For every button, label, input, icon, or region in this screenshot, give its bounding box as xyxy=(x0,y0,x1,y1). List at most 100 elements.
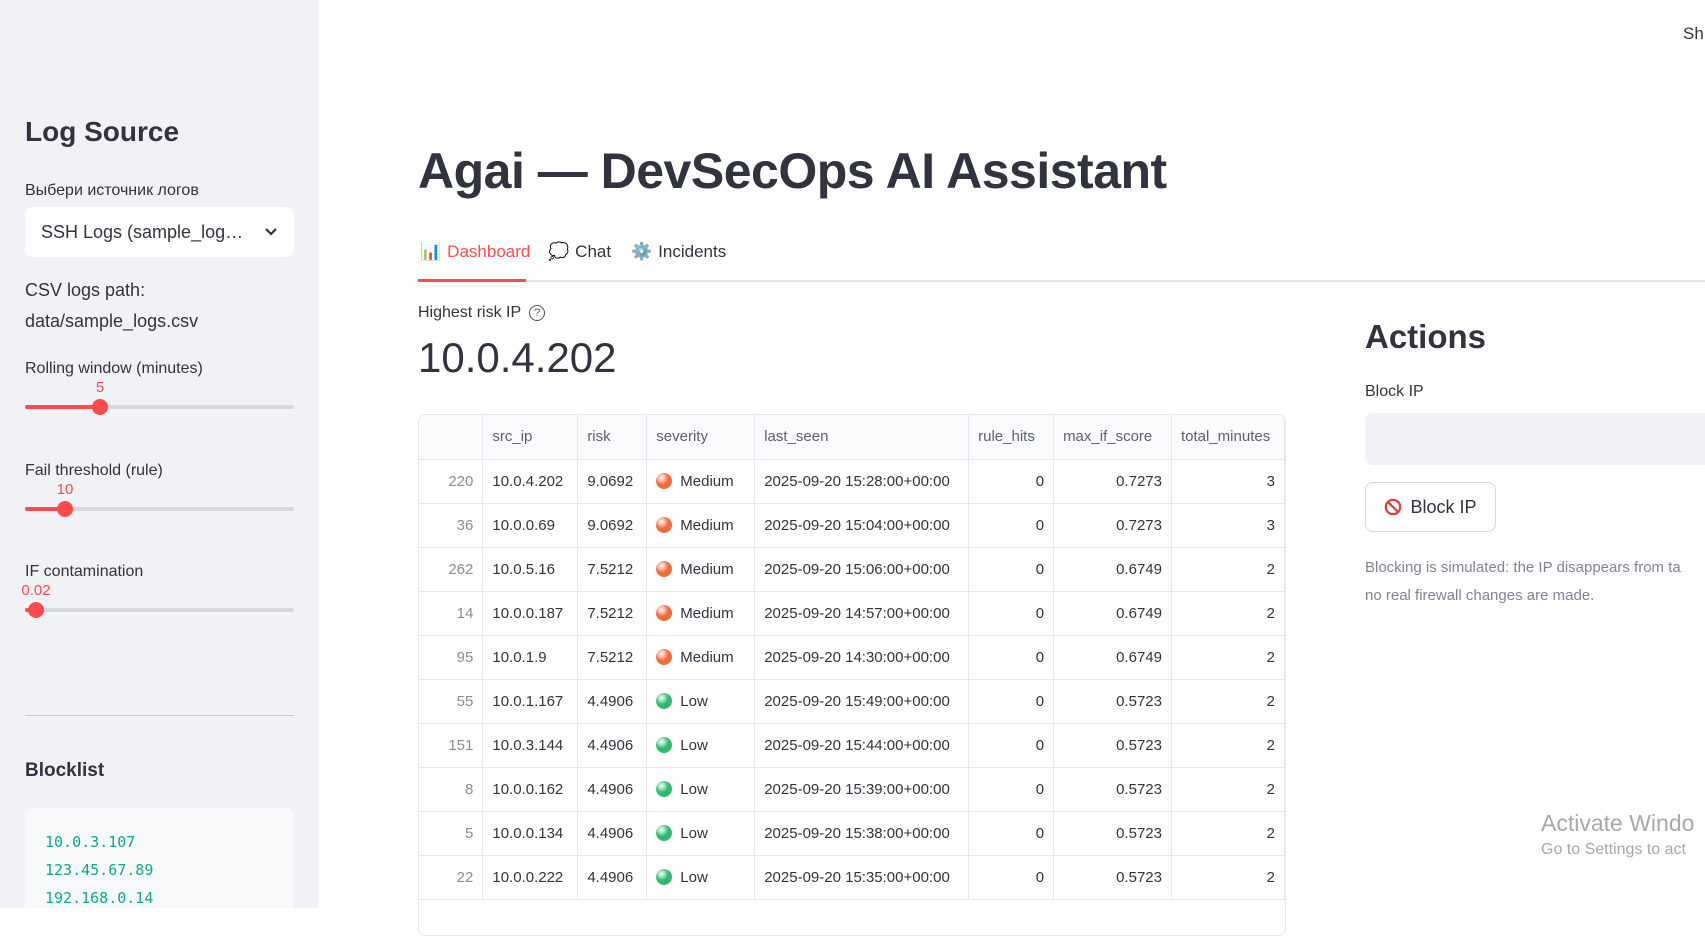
row-index[interactable]: 151 xyxy=(419,723,484,768)
risk-cell[interactable]: 7.5212 xyxy=(577,635,648,680)
total-minutes-cell[interactable]: 2 xyxy=(1171,591,1285,636)
src-ip-cell[interactable]: 10.0.0.162 xyxy=(482,767,579,812)
risk-cell[interactable]: 4.4906 xyxy=(577,679,648,724)
fail-threshold-slider[interactable]: 10 xyxy=(25,481,294,517)
block-ip-input[interactable] xyxy=(1365,413,1705,465)
total-minutes-cell[interactable]: 2 xyxy=(1171,635,1285,680)
severity-cell[interactable]: Low xyxy=(646,767,756,812)
total-minutes-cell[interactable]: 2 xyxy=(1171,855,1285,900)
tab-chat[interactable]: 💭 Chat xyxy=(548,242,611,262)
rule-hits-cell[interactable]: 0 xyxy=(968,459,1055,504)
tab-incidents[interactable]: ⚙️ Incidents xyxy=(631,242,726,262)
column-header-src-ip[interactable]: src_ip xyxy=(482,415,579,460)
risk-cell[interactable]: 7.5212 xyxy=(577,547,648,592)
slider-thumb[interactable] xyxy=(57,501,73,517)
tab-dashboard[interactable]: 📊 Dashboard xyxy=(420,242,530,262)
row-index[interactable]: 220 xyxy=(419,459,484,504)
risk-cell[interactable]: 4.4906 xyxy=(577,767,648,812)
help-icon[interactable]: ? xyxy=(529,305,546,321)
last-seen-cell[interactable]: 2025-09-20 15:49:00+00:00 xyxy=(754,679,970,724)
column-header-total-minutes[interactable]: total_minutes xyxy=(1171,415,1285,460)
table-row[interactable]: 8 10.0.0.162 4.4906 Low 2025-09-20 15:39:00+… xyxy=(419,767,1285,812)
severity-cell[interactable]: Low xyxy=(646,855,756,900)
last-seen-cell[interactable]: 2025-09-20 15:28:00+00:00 xyxy=(754,459,970,504)
max-if-score-cell[interactable]: 0.6749 xyxy=(1053,591,1172,636)
last-seen-cell[interactable]: 2025-09-20 14:30:00+00:00 xyxy=(754,635,970,680)
rule-hits-cell[interactable]: 0 xyxy=(968,767,1055,812)
rule-hits-cell[interactable]: 0 xyxy=(968,635,1055,680)
severity-cell[interactable]: Medium xyxy=(646,635,756,680)
total-minutes-cell[interactable]: 3 xyxy=(1171,503,1285,548)
row-index[interactable]: 95 xyxy=(419,635,484,680)
table-row[interactable]: 220 10.0.4.202 9.0692 Medium 2025-09-20 15:2… xyxy=(419,459,1285,504)
max-if-score-cell[interactable]: 0.5723 xyxy=(1053,767,1172,812)
max-if-score-cell[interactable]: 0.5723 xyxy=(1053,723,1172,768)
last-seen-cell[interactable]: 2025-09-20 15:35:00+00:00 xyxy=(754,855,970,900)
column-header-index[interactable] xyxy=(419,415,484,460)
last-seen-cell[interactable]: 2025-09-20 15:39:00+00:00 xyxy=(754,767,970,812)
row-index[interactable]: 22 xyxy=(419,855,484,900)
last-seen-cell[interactable]: 2025-09-20 15:44:00+00:00 xyxy=(754,723,970,768)
log-source-select[interactable]: SSH Logs (sample_logs.csv) xyxy=(25,207,294,257)
src-ip-cell[interactable]: 10.0.3.144 xyxy=(482,723,579,768)
max-if-score-cell[interactable]: 0.7273 xyxy=(1053,459,1172,504)
table-row[interactable]: 55 10.0.1.167 4.4906 Low 2025-09-20 15:49:00… xyxy=(419,679,1285,724)
row-index[interactable]: 36 xyxy=(419,503,484,548)
total-minutes-cell[interactable]: 2 xyxy=(1171,679,1285,724)
table-row[interactable]: 151 10.0.3.144 4.4906 Low 2025-09-20 15:44:0… xyxy=(419,723,1285,768)
table-row[interactable]: 36 10.0.0.69 9.0692 Medium 2025-09-20 15:04:… xyxy=(419,503,1285,548)
max-if-score-cell[interactable]: 0.7273 xyxy=(1053,503,1172,548)
slider-thumb[interactable] xyxy=(92,399,108,415)
table-row[interactable]: 5 10.0.0.134 4.4906 Low 2025-09-20 15:38:00+… xyxy=(419,811,1285,856)
row-index[interactable]: 14 xyxy=(419,591,484,636)
src-ip-cell[interactable]: 10.0.0.134 xyxy=(482,811,579,856)
rule-hits-cell[interactable]: 0 xyxy=(968,547,1055,592)
src-ip-cell[interactable]: 10.0.4.202 xyxy=(482,459,579,504)
rule-hits-cell[interactable]: 0 xyxy=(968,591,1055,636)
src-ip-cell[interactable]: 10.0.0.187 xyxy=(482,591,579,636)
severity-cell[interactable]: Low xyxy=(646,723,756,768)
risk-cell[interactable]: 7.5212 xyxy=(577,591,648,636)
rule-hits-cell[interactable]: 0 xyxy=(968,811,1055,856)
risk-cell[interactable]: 9.0692 xyxy=(577,503,648,548)
total-minutes-cell[interactable]: 2 xyxy=(1171,723,1285,768)
table-row[interactable]: 262 10.0.5.16 7.5212 Medium 2025-09-20 15:06… xyxy=(419,547,1285,592)
slider-thumb[interactable] xyxy=(28,602,44,618)
src-ip-cell[interactable]: 10.0.5.16 xyxy=(482,547,579,592)
src-ip-cell[interactable]: 10.0.1.167 xyxy=(482,679,579,724)
row-index[interactable]: 8 xyxy=(419,767,484,812)
column-header-last-seen[interactable]: last_seen xyxy=(754,415,970,460)
total-minutes-cell[interactable]: 2 xyxy=(1171,767,1285,812)
risk-cell[interactable]: 4.4906 xyxy=(577,811,648,856)
src-ip-cell[interactable]: 10.0.1.9 xyxy=(482,635,579,680)
rule-hits-cell[interactable]: 0 xyxy=(968,723,1055,768)
table-row[interactable]: 95 10.0.1.9 7.5212 Medium 2025-09-20 14:30:0… xyxy=(419,635,1285,680)
row-index[interactable]: 262 xyxy=(419,547,484,592)
block-ip-button[interactable]: Block IP xyxy=(1365,482,1496,532)
severity-cell[interactable]: Low xyxy=(646,811,756,856)
last-seen-cell[interactable]: 2025-09-20 15:38:00+00:00 xyxy=(754,811,970,856)
column-header-rule-hits[interactable]: rule_hits xyxy=(968,415,1055,460)
risk-table[interactable]: src_ip risk severity last_seen rule_hits… xyxy=(418,414,1286,936)
total-minutes-cell[interactable]: 3 xyxy=(1171,459,1285,504)
row-index[interactable]: 5 xyxy=(419,811,484,856)
src-ip-cell[interactable]: 10.0.0.222 xyxy=(482,855,579,900)
max-if-score-cell[interactable]: 0.6749 xyxy=(1053,635,1172,680)
severity-cell[interactable]: Low xyxy=(646,679,756,724)
rule-hits-cell[interactable]: 0 xyxy=(968,679,1055,724)
max-if-score-cell[interactable]: 0.5723 xyxy=(1053,811,1172,856)
max-if-score-cell[interactable]: 0.5723 xyxy=(1053,679,1172,724)
rule-hits-cell[interactable]: 0 xyxy=(968,503,1055,548)
total-minutes-cell[interactable]: 2 xyxy=(1171,811,1285,856)
table-row[interactable]: 14 10.0.0.187 7.5212 Medium 2025-09-20 14:57… xyxy=(419,591,1285,636)
risk-cell[interactable]: 9.0692 xyxy=(577,459,648,504)
severity-cell[interactable]: Medium xyxy=(646,547,756,592)
column-header-max-if-score[interactable]: max_if_score xyxy=(1053,415,1172,460)
column-header-severity[interactable]: severity xyxy=(646,415,756,460)
severity-cell[interactable]: Medium xyxy=(646,591,756,636)
last-seen-cell[interactable]: 2025-09-20 15:06:00+00:00 xyxy=(754,547,970,592)
max-if-score-cell[interactable]: 0.6749 xyxy=(1053,547,1172,592)
row-index[interactable]: 55 xyxy=(419,679,484,724)
if-contamination-slider[interactable]: 0.02 xyxy=(21,582,294,618)
column-header-risk[interactable]: risk xyxy=(577,415,648,460)
